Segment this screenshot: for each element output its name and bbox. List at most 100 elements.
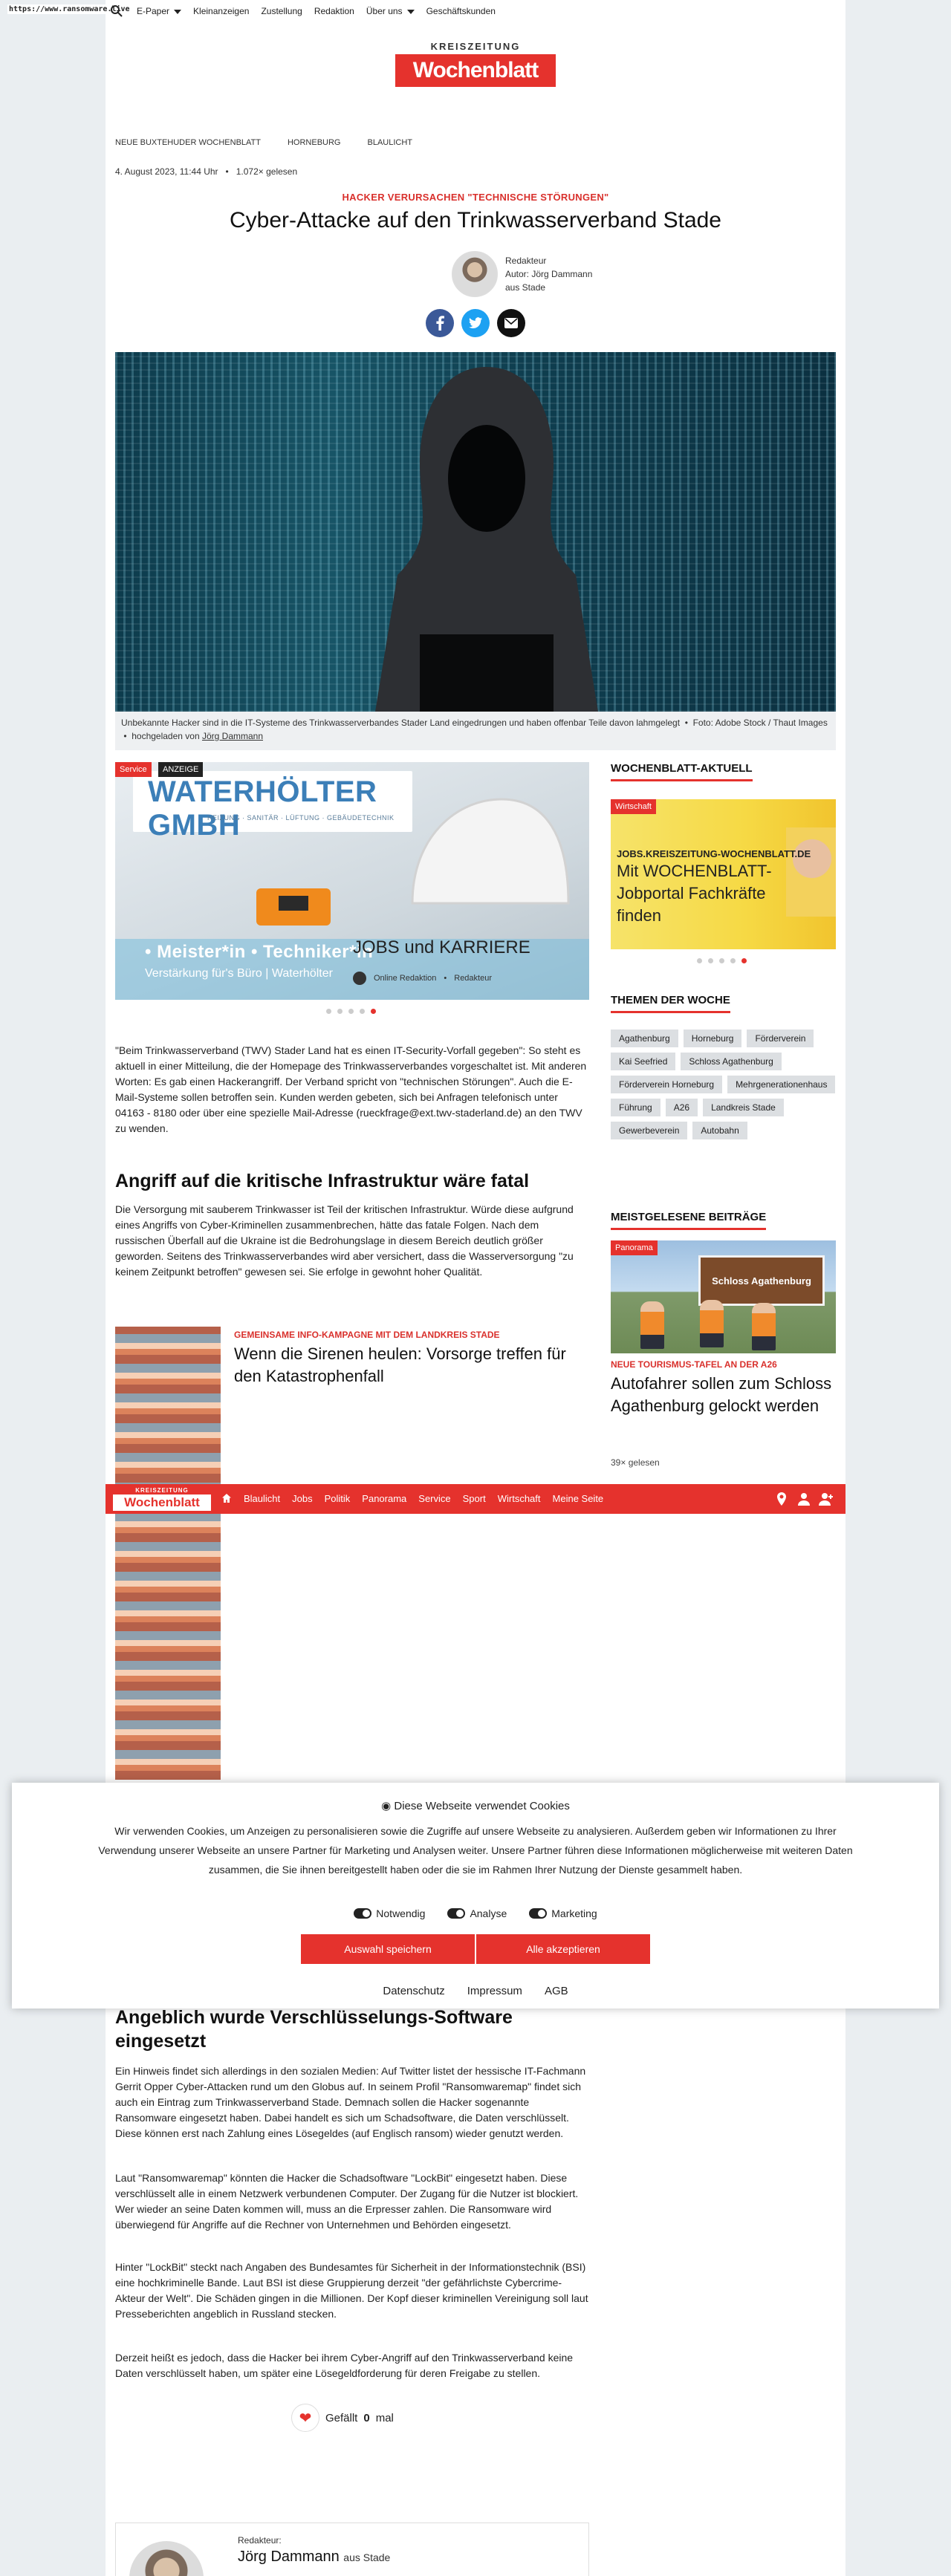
author-card: Redakteur: Jörg Dammann aus Stade — [115, 2523, 589, 2576]
author-info[interactable]: Redakteur Autor: Jörg Dammann aus Stade — [452, 251, 592, 297]
link-datenschutz[interactable]: Datenschutz — [383, 1985, 444, 1997]
link-impressum[interactable]: Impressum — [467, 1985, 522, 1997]
sticky-nav-item[interactable]: Jobs — [292, 1493, 312, 1504]
article-date: 4. August 2023, 11:44 Uhr — [115, 166, 218, 177]
most-read-tag[interactable]: Panorama — [611, 1240, 658, 1255]
slider-dot[interactable] — [708, 958, 713, 963]
user-icon[interactable] — [796, 1492, 811, 1506]
sticky-nav-item[interactable]: Panorama — [362, 1493, 406, 1504]
sidebar-heading-meistgelesen: MEISTGELESENE BEITRÄGE — [611, 1211, 767, 1230]
sticky-nav-item[interactable]: Wirtschaft — [498, 1493, 541, 1504]
location-icon[interactable] — [774, 1492, 789, 1506]
slider-dot-active[interactable] — [741, 958, 747, 963]
byline-name[interactable]: Online Redaktion — [374, 974, 436, 983]
nav-geschaeftskunden[interactable]: Geschäftskunden — [426, 6, 496, 16]
sidebar-slider-title[interactable]: Mit WOCHENBLATT-Jobportal Fachkräfte fin… — [617, 860, 788, 927]
toggle-switch[interactable] — [447, 1908, 466, 1919]
sticky-nav-item[interactable]: Politik — [325, 1493, 351, 1504]
home-icon[interactable] — [221, 1493, 232, 1503]
caption-separator: • — [123, 731, 127, 741]
topic-chip[interactable]: Landkreis Stade — [703, 1099, 784, 1116]
link-agb[interactable]: AGB — [545, 1985, 568, 1997]
sticky-nav-item[interactable]: Blaulicht — [244, 1493, 280, 1504]
nav-epaper-label: E-Paper — [137, 6, 170, 16]
caption-uploader-link[interactable]: Jörg Dammann — [202, 731, 263, 741]
caption-separator: • — [684, 718, 688, 728]
article-subheading: Angeblich wurde Verschlüsselungs-Softwar… — [115, 2007, 513, 2052]
breadcrumb-item[interactable]: BLAULICHT — [368, 138, 413, 147]
most-read-image[interactable]: Panorama Schloss Agathenburg — [611, 1240, 836, 1353]
user-add-icon[interactable] — [819, 1492, 834, 1506]
teaser-image[interactable] — [115, 1327, 221, 1780]
breadcrumb-item[interactable]: HORNEBURG — [288, 138, 341, 147]
toggle-notwendig[interactable]: Notwendig — [354, 1907, 425, 1919]
mail-icon — [504, 318, 518, 328]
author-card-name[interactable]: Jörg Dammann — [238, 2549, 340, 2565]
topic-chip[interactable]: Führung — [611, 1099, 660, 1116]
person-figure — [700, 1300, 724, 1347]
toggle-switch[interactable] — [354, 1908, 372, 1919]
ad-slide-title[interactable]: JOBS und KARRIERE — [353, 937, 530, 958]
author-card-avatar[interactable] — [129, 2541, 204, 2576]
nav-epaper[interactable]: E-Paper — [137, 6, 182, 16]
topic-chip[interactable]: Förderverein — [747, 1030, 814, 1047]
caption-upload-prefix: hochgeladen von — [132, 731, 200, 741]
sticky-nav-item[interactable]: Meine Seite — [553, 1493, 604, 1504]
topic-chip[interactable]: Autobahn — [692, 1122, 747, 1139]
ad-category-tag[interactable]: Service — [115, 762, 152, 777]
toggle-analyse[interactable]: Analyse — [447, 1907, 507, 1919]
search-icon[interactable] — [110, 4, 123, 18]
accept-all-button[interactable]: Alle akzeptieren — [476, 1934, 650, 1964]
hero-image[interactable] — [115, 352, 836, 712]
like-button[interactable]: ❤ — [291, 2404, 319, 2432]
most-read-title[interactable]: Autofahrer sollen zum Schloss Agathenbur… — [611, 1373, 836, 1417]
slider-dot[interactable] — [337, 1009, 343, 1014]
twitter-share-button[interactable] — [461, 309, 490, 337]
site-logo[interactable]: KREISZEITUNG Wochenblatt — [395, 41, 556, 87]
helmet-icon — [411, 798, 570, 905]
nav-redaktion[interactable]: Redaktion — [314, 6, 354, 16]
article-title: Cyber-Attacke auf den Trinkwasserverband… — [229, 208, 721, 232]
article-subheading: Angriff auf die kritische Infrastruktur … — [115, 1171, 530, 1191]
nav-kleinanzeigen[interactable]: Kleinanzeigen — [193, 6, 249, 16]
topic-chip[interactable]: Agathenburg — [611, 1030, 678, 1047]
sidebar-slider[interactable]: Wirtschaft JOBS.KREISZEITUNG-WOCHENBLATT… — [611, 799, 836, 949]
nav-ueber-uns-label: Über uns — [366, 6, 403, 16]
slider-dot[interactable] — [719, 958, 724, 963]
mail-share-button[interactable] — [497, 309, 525, 337]
nav-zustellung[interactable]: Zustellung — [261, 6, 302, 16]
related-teaser[interactable]: GEMEINSAME INFO-KAMPAGNE MIT DEM LANDKRE… — [115, 1327, 589, 1780]
author-avatar[interactable] — [452, 251, 498, 297]
toggle-switch[interactable] — [529, 1908, 548, 1919]
save-selection-button[interactable]: Auswahl speichern — [301, 1934, 475, 1964]
topic-chip[interactable]: Kai Seefried — [611, 1053, 676, 1070]
author-name[interactable]: Autor: Jörg Dammann — [505, 267, 592, 281]
toggle-marketing[interactable]: Marketing — [529, 1907, 597, 1919]
slider-dot[interactable] — [348, 1009, 354, 1014]
sticky-logo[interactable]: KREISZEITUNG Wochenblatt — [113, 1487, 211, 1511]
topic-chip[interactable]: A26 — [665, 1099, 698, 1116]
logo-top: KREISZEITUNG — [430, 41, 521, 52]
topic-chip[interactable]: Mehrgenerationenhaus — [727, 1076, 836, 1093]
slider-dot[interactable] — [697, 958, 702, 963]
slider-dot[interactable] — [326, 1009, 331, 1014]
topic-chip[interactable]: Förderverein Horneburg — [611, 1076, 723, 1093]
cookie-buttons: Auswahl speichern Alle akzeptieren — [301, 1934, 650, 1964]
teaser-title[interactable]: Wenn die Sirenen heulen: Vorsorge treffe… — [234, 1343, 589, 1388]
slider-dot-active[interactable] — [371, 1009, 376, 1014]
nav-ueber-uns[interactable]: Über uns — [366, 6, 415, 16]
topic-chip[interactable]: Schloss Agathenburg — [681, 1053, 782, 1070]
topic-chip[interactable]: Horneburg — [683, 1030, 742, 1047]
sticky-nav-item[interactable]: Service — [418, 1493, 450, 1504]
slider-dot[interactable] — [730, 958, 736, 963]
article-paragraph: Laut "Ransomwaremap" könnten die Hacker … — [115, 2172, 579, 2231]
sticky-nav: KREISZEITUNG Wochenblatt Blaulicht Jobs … — [106, 1484, 845, 1514]
topic-chip[interactable]: Gewerbeverein — [611, 1122, 688, 1139]
facebook-share-button[interactable] — [426, 309, 454, 337]
sidebar: WOCHENBLATT-AKTUELL Wirtschaft JOBS.KREI… — [611, 762, 836, 1468]
slider-dot[interactable] — [360, 1009, 365, 1014]
sidebar-slider-tag[interactable]: Wirtschaft — [611, 799, 656, 814]
breadcrumb-item[interactable]: NEUE BUXTEHUDER WOCHENBLATT — [115, 138, 261, 147]
sticky-nav-item[interactable]: Sport — [463, 1493, 486, 1504]
ad-slider[interactable]: WATERHÖLTER GMBH HEIZUNG · SANITÄR · LÜF… — [115, 762, 589, 1000]
